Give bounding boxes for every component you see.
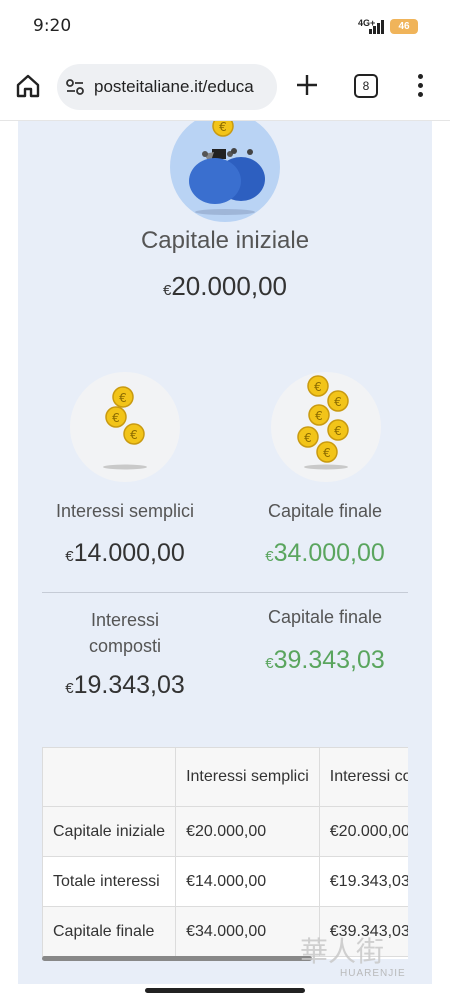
currency-symbol: € (65, 548, 74, 565)
currency-symbol: € (265, 655, 274, 672)
currency-symbol: € (65, 680, 74, 697)
svg-text:€: € (314, 380, 322, 394)
wallet-icon: € (189, 121, 265, 215)
status-time: 9:20 (33, 16, 72, 36)
coins-icon: € € € (103, 386, 147, 470)
battery-icon: 46 (390, 19, 418, 34)
coins-small-illustration: € € € (70, 372, 180, 482)
initial-capital-amount: 20.000,00 (171, 271, 287, 301)
table-row: Totale interessi €14.000,00 €19.343,03 (42, 856, 408, 907)
tab-switcher-button[interactable]: 8 (354, 74, 378, 98)
table-horizontal-scrollbar[interactable] (42, 956, 312, 961)
table-cell: €20.000,00 (175, 806, 320, 857)
table-cell: Capitale iniziale (42, 806, 177, 857)
svg-text:€: € (334, 424, 342, 438)
compound-interest-amount: 19.343,03 (73, 671, 185, 699)
initial-capital-label: Capitale iniziale (140, 227, 310, 254)
status-bar: 9:20 4G+ 46 (0, 0, 450, 52)
simple-interest-label: Interessi semplici (55, 501, 195, 521)
compound-interest-label-line1: Interessi (90, 610, 160, 630)
svg-text:€: € (130, 428, 138, 442)
table-cell: €19.343,03 (318, 856, 408, 907)
compound-final-value: €39.343,03 (230, 646, 420, 675)
browser-toolbar: posteitaliane.it/educa 8 (0, 52, 450, 121)
table-cell: €14.000,00 (175, 856, 320, 907)
table-header-row: Interessi semplici Interessi composti (42, 747, 408, 807)
coins-large-illustration: € € € € € € (271, 372, 381, 482)
currency-symbol: € (265, 548, 274, 565)
url-text: posteitaliane.it/educa (94, 77, 254, 96)
svg-text:€: € (119, 391, 127, 405)
url-bar[interactable]: posteitaliane.it/educa (57, 64, 277, 110)
comparison-table: Interessi semplici Interessi composti Ca… (42, 747, 408, 957)
wallet-illustration: € (170, 121, 280, 222)
compound-interest-value: €19.343,03 (30, 671, 220, 700)
compound-interest-label: Interessi composti (30, 607, 220, 659)
new-tab-icon[interactable] (294, 72, 320, 98)
svg-text:€: € (304, 431, 312, 445)
table-cell: Capitale finale (42, 906, 177, 957)
compound-final-amount: 39.343,03 (273, 646, 385, 674)
gesture-handle[interactable] (145, 988, 305, 993)
table-cell: Totale interessi (42, 856, 177, 907)
section-divider (42, 592, 408, 593)
simple-interest-amount: 14.000,00 (73, 539, 185, 567)
comparison-table-container[interactable]: Interessi semplici Interessi composti Ca… (42, 747, 408, 959)
table-header-cell: Interessi composti (318, 747, 408, 807)
table-cell: €20.000,00 (318, 806, 408, 857)
table-header-cell: Interessi semplici (175, 747, 320, 807)
svg-text:€: € (334, 395, 342, 409)
watermark-subtext: HUARENJIE (340, 968, 406, 979)
compound-interest-label-line2: composti (88, 636, 162, 656)
system-navigation-bar (0, 984, 450, 1000)
initial-capital-value: €20.000,00 (0, 271, 450, 302)
page-content: € Capitale iniziale €20.000,00 € € € € €… (0, 121, 450, 984)
table-header-cell (42, 747, 177, 807)
home-icon[interactable] (14, 72, 42, 100)
svg-text:€: € (219, 121, 227, 134)
svg-text:€: € (323, 446, 331, 460)
coins-stack-icon: € € € € € € (297, 375, 349, 470)
simple-final-amount: 34.000,00 (273, 539, 385, 567)
simple-final-value: €34.000,00 (230, 539, 420, 568)
table-row: Capitale iniziale €20.000,00 €20.000,00 (42, 806, 408, 857)
signal-icon (366, 18, 386, 34)
watermark-logo: 華人街 (300, 935, 385, 968)
simple-interest-value: €14.000,00 (30, 539, 220, 568)
svg-text:€: € (315, 409, 323, 423)
compound-final-label: Capitale finale (267, 607, 383, 627)
site-settings-icon[interactable] (65, 77, 85, 97)
overflow-menu-icon[interactable] (414, 72, 426, 100)
svg-text:€: € (112, 411, 120, 425)
table-cell: €34.000,00 (175, 906, 320, 957)
simple-final-label: Capitale finale (267, 501, 383, 521)
